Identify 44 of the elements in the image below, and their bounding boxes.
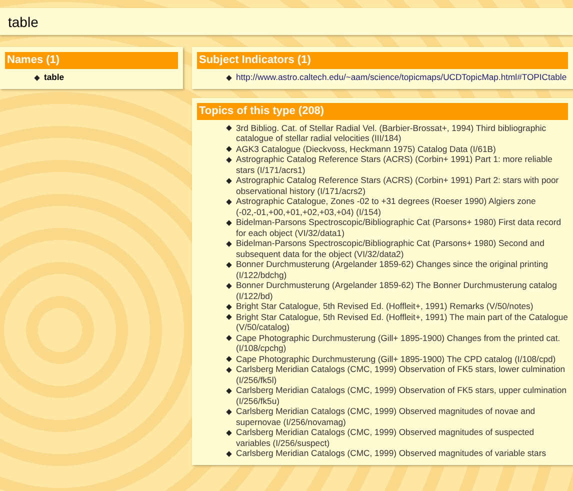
page-title: table: [8, 14, 38, 30]
url-link[interactable]: http://www.astro.caltech.edu/~aam/science/topicmaps/UCDTopicMap.html#TOPICtable: [236, 72, 567, 82]
topic-link[interactable]: Astrographic Catalogue, Zones -02 to +31 degrees (Roeser 1990) Algiers zone (-02,-01,+00,+01,+02,+03,+04) (I/154): [236, 196, 568, 217]
topic-link[interactable]: Carlsberg Meridian Catalogs (CMC, 1999) Observed magnitudes of suspected variables (I/256/suspect): [236, 427, 568, 448]
bullet-icon: [226, 156, 232, 162]
topic-link[interactable]: Cape Photographic Durchmusterung (Gill+ 1895-1900) The CPD catalog (I/108/cpd): [236, 354, 556, 364]
bullet-icon: [226, 146, 232, 152]
topic-link[interactable]: Carlsberg Meridian Catalogs (CMC, 1999) Observation of FK5 stars, upper culmination (I/256/fk5u): [236, 385, 568, 406]
panel-header: Topics of this type (208): [197, 102, 568, 120]
bullet-icon: [226, 125, 232, 131]
name-link[interactable]: table: [44, 72, 64, 82]
topic-link[interactable]: Carlsberg Meridian Catalogs (CMC, 1999) Observation of FK5 stars, lower culmination (I/256/fk5l): [236, 364, 568, 385]
bullet-icon: [226, 314, 232, 320]
bullet-icon: [226, 262, 232, 268]
topic-link[interactable]: Astrographic Catalog Reference Stars (ACRS) (Corbin+ 1991) Part 1: more reliable stars (I/171/acrs1): [236, 154, 568, 175]
bullet-icon: [226, 220, 232, 226]
topic-link[interactable]: Bonner Durchmusterung (Argelander 1859-62) The Bonner Durchmusterung catalog (I/122/bd): [236, 280, 568, 301]
topic-link[interactable]: AGK3 Catalogue (Dieckvoss, Heckmann 1975) Catalog Data (I/61B): [236, 144, 496, 154]
bullet-icon: [226, 198, 232, 204]
topic-link[interactable]: Cape Photographic Durchmusterung (Gill+ 1895-1900) Changes from the printed cat. (I/108/cpchg): [236, 332, 568, 354]
topic-link[interactable]: Bidelman-Parsons Spectroscopic/Bibliographic Cat (Parsons+ 1980) First data record for each object (VI/32/data1): [236, 217, 568, 238]
topic-link[interactable]: Astrographic Catalog Reference Stars (ACRS) (Corbin+ 1991) Part 2: stars with poor observational history (I/171/acrs2): [236, 175, 568, 196]
bullet-icon: [226, 304, 232, 310]
bullet-icon: [226, 388, 232, 394]
bullet-icon: [226, 366, 232, 372]
bullet-icon: [226, 430, 232, 436]
bullet-icon: [226, 282, 232, 288]
topic-link[interactable]: Carlsberg Meridian Catalogs (CMC, 1999) Observed magnitudes of novae and supernovae (I/256/novamag): [236, 406, 568, 427]
bullet-icon: [226, 335, 232, 341]
topic-link[interactable]: 3rd Bibliog. Cat. of Stellar Radial Vel. (Barbier-Brossat+, 1994) Third bibliographic catalogue of stellar radial velocities (III/184): [236, 122, 568, 144]
bullet-icon: [226, 408, 232, 414]
topic-link[interactable]: Bright Star Catalogue, 5th Revised Ed. (Hoffleit+, 1991) The main part of the Catalogue (V/50/catalog): [236, 312, 568, 332]
topic-link[interactable]: Bonner Durchmusterung (Argelander 1859-62) Changes since the original printing (I/122/bdchg): [236, 259, 568, 280]
topic-link[interactable]: Bright Star Catalogue, 5th Revised Ed. (Hoffleit+, 1991) Remarks (V/50/notes): [236, 301, 534, 312]
bullet-icon: [226, 450, 232, 456]
panel-header: Subject Indicators (1): [197, 52, 568, 69]
topic-link[interactable]: Bidelman-Parsons Spectroscopic/Bibliographic Cat (Parsons+ 1980) Second and subsequent data for the object (VI/32/data2): [236, 238, 568, 259]
bullet-icon: [226, 74, 232, 80]
bullet-icon: [226, 240, 232, 246]
bullet-icon: [226, 178, 232, 184]
topic-link[interactable]: Carlsberg Meridian Catalogs (CMC, 1999) Observed magnitudes of variable stars: [236, 448, 546, 458]
bullet-icon: [34, 74, 40, 80]
panel-header: Names (1): [5, 52, 178, 69]
bullet-icon: [226, 356, 232, 362]
